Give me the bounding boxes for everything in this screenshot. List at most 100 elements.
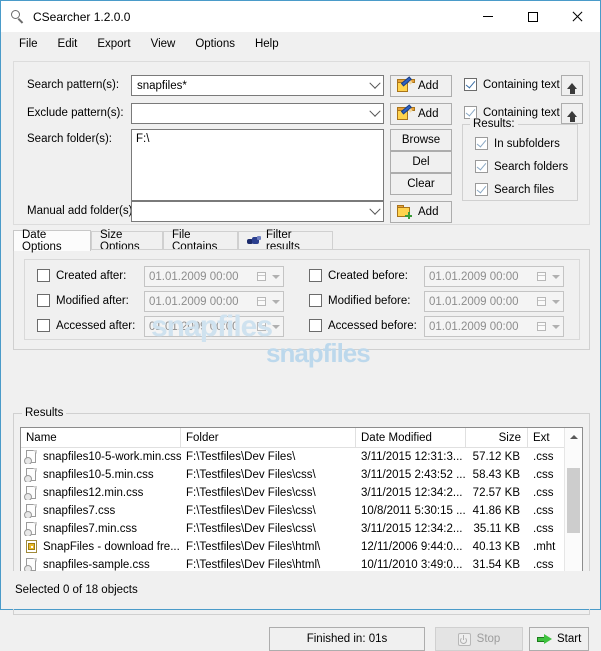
modified-after-datefield[interactable]: 01.01.2009 00:00 bbox=[144, 291, 284, 312]
created-after-datefield[interactable]: 01.01.2009 00:00 bbox=[144, 266, 284, 287]
accessed-before-value[interactable]: 01.01.2009 00:00 bbox=[425, 321, 533, 333]
in-subfolders-checkbox[interactable]: In subfolders bbox=[475, 137, 560, 150]
created-before-checkbox[interactable]: Created before: bbox=[309, 269, 408, 282]
tab-date-options[interactable]: Date Options bbox=[13, 230, 91, 251]
label-search-patterns: Search pattern(s): bbox=[27, 79, 119, 91]
modified-after-value[interactable]: 01.01.2009 00:00 bbox=[145, 296, 253, 308]
calendar-icon[interactable] bbox=[533, 272, 549, 281]
modified-before-checkbox[interactable]: Modified before: bbox=[309, 294, 410, 307]
table-row[interactable]: snapfiles10-5.min.css F:\Testfiles\Dev F… bbox=[21, 466, 582, 484]
menu-item-options[interactable]: Options bbox=[185, 35, 245, 53]
tab-file-contains[interactable]: File Contains bbox=[163, 231, 238, 250]
checkbox-box[interactable] bbox=[37, 319, 50, 332]
results-group-label: Results bbox=[22, 407, 66, 419]
calendar-icon[interactable] bbox=[253, 272, 269, 281]
row-folder: F:\Testfiles\Dev Files\css\ bbox=[181, 487, 356, 499]
row-folder: F:\Testfiles\Dev Files\ bbox=[181, 451, 356, 463]
menu-item-view[interactable]: View bbox=[141, 35, 186, 53]
containing-text-2-up-button[interactable] bbox=[561, 103, 583, 124]
chevron-down-icon[interactable] bbox=[269, 275, 283, 279]
accessed-before-label: Accessed before: bbox=[328, 320, 417, 332]
table-row[interactable]: snapfiles7.css F:\Testfiles\Dev Files\cs… bbox=[21, 502, 582, 520]
modified-after-checkbox[interactable]: Modified after: bbox=[37, 294, 129, 307]
modified-before-value[interactable]: 01.01.2009 00:00 bbox=[425, 296, 533, 308]
accessed-after-checkbox[interactable]: Accessed after: bbox=[37, 319, 135, 332]
checkbox-box[interactable] bbox=[37, 269, 50, 282]
column-header-name[interactable]: Name bbox=[21, 428, 181, 447]
containing-text-1-up-button[interactable] bbox=[561, 75, 583, 96]
chevron-down-icon[interactable] bbox=[269, 300, 283, 304]
manual-add-folders-combo[interactable] bbox=[131, 201, 384, 222]
add-pattern-button[interactable]: Add bbox=[390, 75, 452, 97]
scroll-up-icon[interactable] bbox=[565, 428, 582, 445]
chevron-down-icon[interactable] bbox=[366, 208, 383, 216]
chevron-down-icon[interactable] bbox=[366, 82, 383, 90]
calendar-icon[interactable] bbox=[533, 322, 549, 331]
scrollbar-thumb[interactable] bbox=[567, 468, 580, 533]
maximize-button[interactable] bbox=[510, 1, 555, 32]
search-folders-checkbox[interactable]: Search folders bbox=[475, 160, 568, 173]
column-header-date-modified[interactable]: Date Modified bbox=[356, 428, 466, 447]
close-button[interactable] bbox=[555, 1, 600, 32]
tab-size-options[interactable]: Size Options bbox=[91, 231, 163, 250]
checkbox-box[interactable] bbox=[309, 269, 322, 282]
created-before-datefield[interactable]: 01.01.2009 00:00 bbox=[424, 266, 564, 287]
table-row[interactable]: snapfiles10-5-work.min.css F:\Testfiles\… bbox=[21, 448, 582, 466]
menu-item-edit[interactable]: Edit bbox=[48, 35, 88, 53]
menu-item-export[interactable]: Export bbox=[87, 35, 140, 53]
accessed-before-checkbox[interactable]: Accessed before: bbox=[309, 319, 417, 332]
add-manual-folder-button[interactable]: Add bbox=[390, 201, 452, 223]
created-after-checkbox[interactable]: Created after: bbox=[37, 269, 126, 282]
chevron-down-icon[interactable] bbox=[549, 275, 563, 279]
created-after-value[interactable]: 01.01.2009 00:00 bbox=[145, 271, 253, 283]
exclude-patterns-combo[interactable] bbox=[131, 103, 384, 124]
checkbox-box[interactable] bbox=[464, 78, 477, 91]
checkbox-box[interactable] bbox=[309, 319, 322, 332]
row-folder: F:\Testfiles\Dev Files\css\ bbox=[181, 469, 356, 481]
finished-status: Finished in: 01s bbox=[269, 627, 425, 651]
calendar-icon[interactable] bbox=[253, 297, 269, 306]
checkbox-box[interactable] bbox=[309, 294, 322, 307]
magnifier-icon bbox=[10, 9, 26, 25]
menu-item-file[interactable]: File bbox=[9, 35, 48, 53]
calendar-icon[interactable] bbox=[533, 297, 549, 306]
modified-before-datefield[interactable]: 01.01.2009 00:00 bbox=[424, 291, 564, 312]
start-arrow-icon bbox=[537, 634, 552, 645]
browse-button[interactable]: Browse bbox=[390, 129, 452, 151]
search-files-checkbox[interactable]: Search files bbox=[475, 183, 554, 196]
start-button[interactable]: Start bbox=[529, 627, 589, 651]
checkbox-box[interactable] bbox=[475, 137, 488, 150]
chevron-down-icon[interactable] bbox=[269, 325, 283, 329]
row-folder: F:\Testfiles\Dev Files\css\ bbox=[181, 505, 356, 517]
table-row[interactable]: snapfiles7.min.css F:\Testfiles\Dev File… bbox=[21, 520, 582, 538]
clear-button[interactable]: Clear bbox=[390, 173, 452, 195]
accessed-after-datefield[interactable]: 01.01.2009 00:00 bbox=[144, 316, 284, 337]
row-ext: .css bbox=[528, 505, 567, 517]
checkbox-box[interactable] bbox=[475, 183, 488, 196]
accessed-before-datefield[interactable]: 01.01.2009 00:00 bbox=[424, 316, 564, 337]
column-header-ext[interactable]: Ext bbox=[528, 428, 567, 447]
chevron-down-icon[interactable] bbox=[549, 325, 563, 329]
checkbox-box[interactable] bbox=[475, 160, 488, 173]
search-patterns-input[interactable]: snapfiles* bbox=[132, 80, 366, 92]
calendar-icon[interactable] bbox=[253, 322, 269, 331]
chevron-down-icon[interactable] bbox=[366, 110, 383, 118]
search-patterns-combo[interactable]: snapfiles* bbox=[131, 75, 384, 96]
table-row[interactable]: SnapFiles - download fre... F:\Testfiles… bbox=[21, 538, 582, 556]
column-header-folder[interactable]: Folder bbox=[181, 428, 356, 447]
table-row[interactable]: snapfiles12.min.css F:\Testfiles\Dev Fil… bbox=[21, 484, 582, 502]
minimize-button[interactable] bbox=[465, 1, 510, 32]
chevron-down-icon[interactable] bbox=[549, 300, 563, 304]
add-exclude-button[interactable]: Add bbox=[390, 103, 452, 125]
accessed-after-value[interactable]: 01.01.2009 00:00 bbox=[145, 321, 253, 333]
tab-filter-results[interactable]: Filter results bbox=[238, 231, 333, 250]
search-folders-list[interactable]: F:\ bbox=[131, 129, 384, 201]
del-button[interactable]: Del bbox=[390, 151, 452, 173]
column-header-size[interactable]: Size bbox=[466, 428, 528, 447]
created-before-value[interactable]: 01.01.2009 00:00 bbox=[425, 271, 533, 283]
checkbox-box[interactable] bbox=[37, 294, 50, 307]
containing-text-1-checkbox[interactable]: Containing text bbox=[464, 78, 560, 91]
row-modified: 10/11/2010 3:49:0... bbox=[356, 559, 466, 571]
stop-button[interactable]: Stop bbox=[435, 627, 523, 651]
menu-item-help[interactable]: Help bbox=[245, 35, 289, 53]
